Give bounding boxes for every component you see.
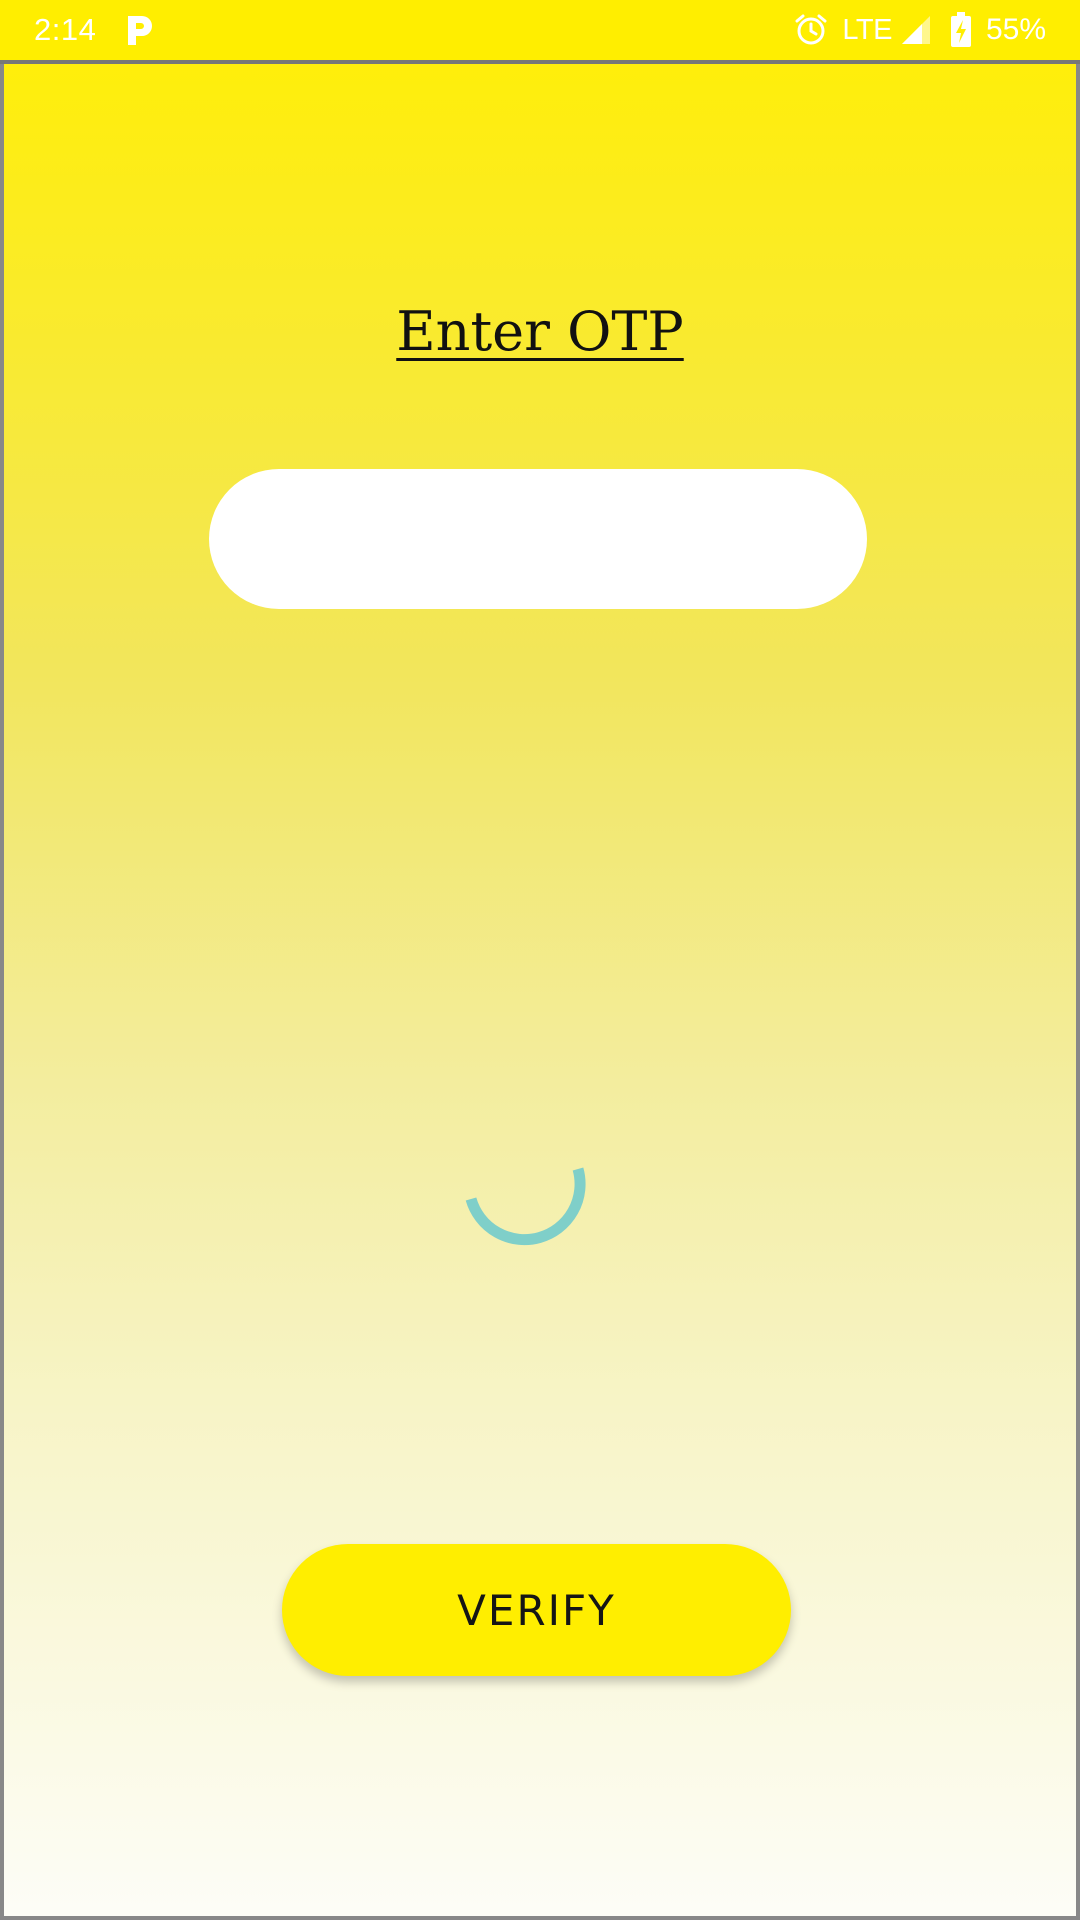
status-bar: 2:14 LTE 55% <box>0 0 1080 60</box>
verify-button-label: VERIFY <box>457 1585 616 1635</box>
otp-screen: 2:14 LTE 55% Enter OTP VERIFY <box>0 0 1080 1920</box>
otp-input[interactable] <box>209 469 867 609</box>
alarm-icon <box>795 14 827 45</box>
network-type: LTE <box>842 13 892 46</box>
verify-button[interactable]: VERIFY <box>282 1544 791 1676</box>
status-time: 2:14 <box>34 12 97 47</box>
page-title-text: Enter OTP <box>396 300 684 363</box>
status-icons: LTE 55% <box>794 10 1046 50</box>
battery-percent: 55% <box>985 13 1046 46</box>
page-title: Enter OTP <box>0 300 1080 363</box>
loading-spinner-icon <box>465 1167 586 1246</box>
battery-charging-icon <box>950 12 971 47</box>
parking-p-icon <box>128 16 152 45</box>
cellular-signal-icon <box>901 16 930 44</box>
app-content: Enter OTP VERIFY <box>0 60 1080 1920</box>
